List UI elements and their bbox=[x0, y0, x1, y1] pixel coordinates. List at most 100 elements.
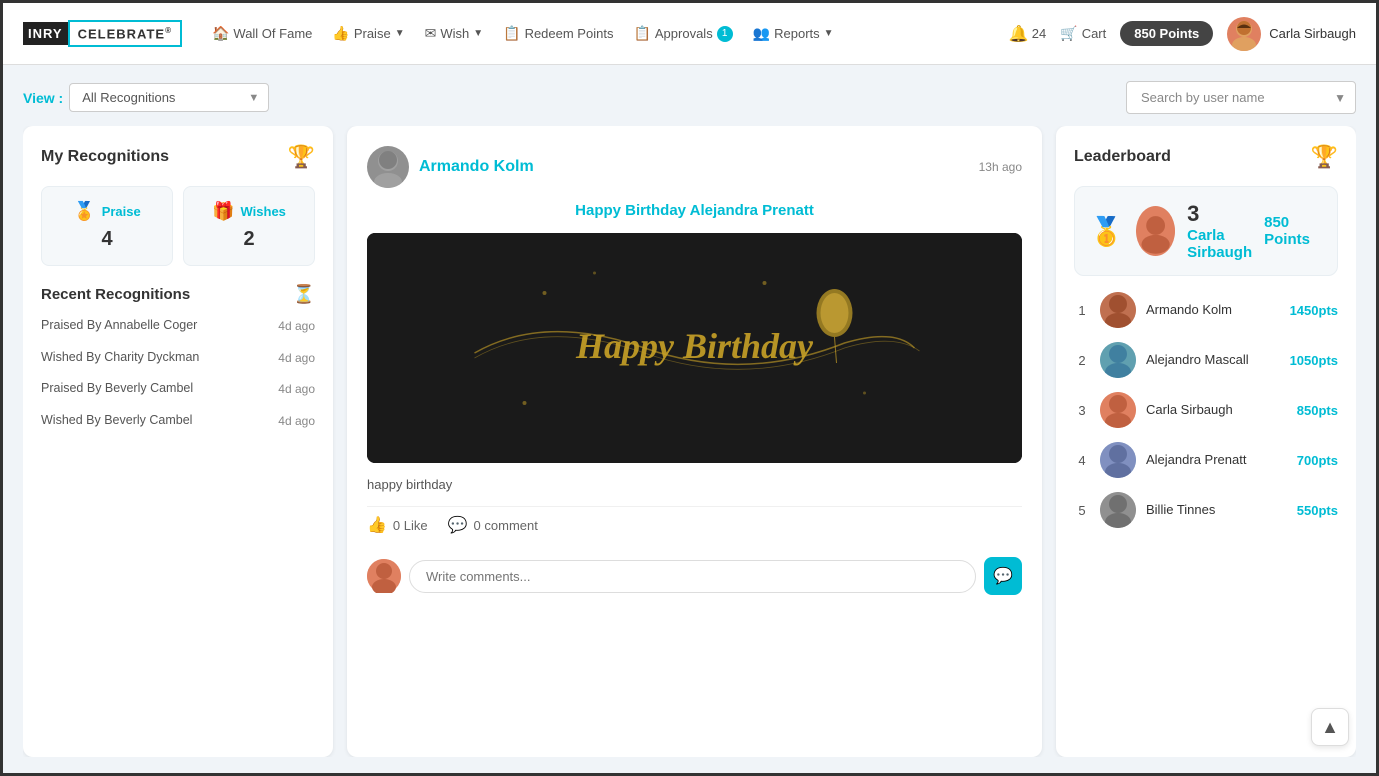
rec-item-time-2: 4d ago bbox=[278, 382, 315, 396]
comment-area: 💬 bbox=[367, 557, 1022, 595]
post-title: Happy Birthday Alejandra Prenatt bbox=[367, 202, 1022, 219]
view-dropdown[interactable]: All Recognitions bbox=[69, 83, 269, 112]
rec-item-text-1: Wished By Charity Dyckman bbox=[41, 349, 199, 367]
praise-card-icon: 🏅 bbox=[73, 201, 95, 222]
comment-input[interactable] bbox=[409, 560, 976, 593]
scroll-top-button[interactable]: ▲ bbox=[1311, 708, 1349, 746]
post-user: Armando Kolm bbox=[367, 146, 534, 188]
rec-item-time-0: 4d ago bbox=[278, 319, 315, 333]
lb-item-2: 3 Carla Sirbaugh 850pts bbox=[1074, 392, 1338, 428]
redeem-icon: 📋 bbox=[503, 25, 520, 42]
rec-item-2: Praised By Beverly Cambel 4d ago bbox=[41, 380, 315, 398]
lb-rank-0: 1 bbox=[1074, 303, 1090, 318]
recent-header: Recent Recognitions ⏳ bbox=[41, 284, 315, 305]
lb-header: Leaderboard 🏆 bbox=[1074, 144, 1338, 170]
hourglass-icon: ⏳ bbox=[293, 284, 315, 305]
send-icon: 💬 bbox=[993, 566, 1013, 586]
wish-icon: ✉ bbox=[425, 25, 437, 42]
post-caption: happy birthday bbox=[367, 477, 1022, 492]
lb-avatar-1 bbox=[1100, 342, 1136, 378]
lb-item-3: 4 Alejandra Prenatt 700pts bbox=[1074, 442, 1338, 478]
wishes-card[interactable]: 🎁 Wishes 2 bbox=[183, 186, 315, 266]
post-header: Armando Kolm 13h ago bbox=[367, 146, 1022, 188]
commenter-avatar bbox=[367, 559, 401, 593]
trophy-icon: 🏆 bbox=[288, 144, 315, 170]
panel-header: My Recognitions 🏆 bbox=[41, 144, 315, 170]
lb-featured: 🥇 3 Carla Sirbaugh 850 Points bbox=[1074, 186, 1338, 276]
main-content: View : All Recognitions ▼ Search by user… bbox=[3, 65, 1376, 773]
nav-reports[interactable]: 👥 Reports ▼ bbox=[753, 25, 834, 42]
rec-item-text-2: Praised By Beverly Cambel bbox=[41, 380, 193, 398]
nav-redeem-label: Redeem Points bbox=[525, 26, 614, 41]
lb-pts-0: 1450pts bbox=[1290, 303, 1338, 318]
rec-item-1: Wished By Charity Dyckman 4d ago bbox=[41, 349, 315, 367]
recognition-list: Praised By Annabelle Coger 4d ago Wished… bbox=[41, 317, 315, 429]
wishes-count: 2 bbox=[243, 228, 254, 251]
lb-pts-4: 550pts bbox=[1297, 503, 1338, 518]
columns: My Recognitions 🏆 🏅 Praise 4 🎁 bbox=[23, 126, 1356, 757]
praise-card-label: Praise bbox=[102, 204, 141, 219]
user-avatar-nav bbox=[1227, 17, 1261, 51]
lb-name-2: Carla Sirbaugh bbox=[1146, 402, 1287, 419]
lb-featured-name: Carla Sirbaugh bbox=[1187, 227, 1252, 261]
wishes-card-label: Wishes bbox=[241, 204, 286, 219]
lb-featured-avatar bbox=[1136, 206, 1175, 256]
lb-avatar-0 bbox=[1100, 292, 1136, 328]
comment-icon: 💬 bbox=[448, 515, 468, 535]
svg-text:Happy Birthday: Happy Birthday bbox=[575, 326, 814, 366]
nav-right: 🔔 24 🛒 Cart 850 Points Carla Sirbaugh bbox=[1009, 17, 1356, 51]
cart-icon: 🛒 bbox=[1060, 25, 1077, 42]
comment-button[interactable]: 💬 0 comment bbox=[448, 515, 538, 535]
praise-dropdown-arrow: ▼ bbox=[395, 28, 405, 39]
lb-pts-3: 700pts bbox=[1297, 453, 1338, 468]
lb-list: 1 Armando Kolm 1450pts 2 bbox=[1074, 292, 1338, 528]
nav-praise-label: Praise bbox=[354, 26, 391, 41]
view-label: View : bbox=[23, 90, 63, 106]
rec-item-0: Praised By Annabelle Coger 4d ago bbox=[41, 317, 315, 335]
like-label: 0 Like bbox=[393, 518, 428, 533]
user-name-nav: Carla Sirbaugh bbox=[1269, 26, 1356, 41]
bell-area[interactable]: 🔔 24 bbox=[1009, 24, 1046, 44]
wishes-card-icon: 🎁 bbox=[212, 201, 234, 222]
lb-item-0: 1 Armando Kolm 1450pts bbox=[1074, 292, 1338, 328]
reports-dropdown-arrow: ▼ bbox=[824, 28, 834, 39]
nav-approvals[interactable]: 📋 Approvals 1 bbox=[633, 25, 732, 42]
search-dropdown[interactable]: Search by user name bbox=[1126, 81, 1356, 114]
cart-area[interactable]: 🛒 Cart bbox=[1060, 25, 1106, 42]
birthday-card: Happy Birthday bbox=[367, 233, 1022, 463]
left-panel: My Recognitions 🏆 🏅 Praise 4 🎁 bbox=[23, 126, 333, 757]
bell-count: 24 bbox=[1032, 26, 1046, 41]
praise-count: 4 bbox=[101, 228, 112, 251]
rec-item-text-0: Praised By Annabelle Coger bbox=[41, 317, 197, 335]
navbar: INRY CELEBRATE® 🏠 Wall Of Fame 👍 Praise … bbox=[3, 3, 1376, 65]
lb-rank-4: 5 bbox=[1074, 503, 1090, 518]
recognition-cards: 🏅 Praise 4 🎁 Wishes 2 bbox=[41, 186, 315, 266]
points-button[interactable]: 850 Points bbox=[1120, 21, 1213, 46]
lb-name-0: Armando Kolm bbox=[1146, 302, 1280, 319]
comment-send-button[interactable]: 💬 bbox=[984, 557, 1022, 595]
lb-item-4: 5 Billie Tinnes 550pts bbox=[1074, 492, 1338, 528]
lb-name-1: Alejandro Mascall bbox=[1146, 352, 1280, 369]
lb-title: Leaderboard bbox=[1074, 148, 1171, 166]
nav-praise[interactable]: 👍 Praise ▼ bbox=[332, 25, 404, 42]
comment-label: 0 comment bbox=[474, 518, 538, 533]
like-button[interactable]: 👍 0 Like bbox=[367, 515, 428, 535]
nav-redeem-points[interactable]: 📋 Redeem Points bbox=[503, 25, 613, 42]
logo-celebrate: CELEBRATE® bbox=[68, 20, 182, 47]
nav-wish[interactable]: ✉ Wish ▼ bbox=[425, 25, 484, 42]
nav-wall-of-fame[interactable]: 🏠 Wall Of Fame bbox=[212, 25, 312, 42]
logo[interactable]: INRY CELEBRATE® bbox=[23, 20, 182, 47]
praise-card[interactable]: 🏅 Praise 4 bbox=[41, 186, 173, 266]
post-username: Armando Kolm bbox=[419, 158, 534, 176]
user-area[interactable]: Carla Sirbaugh bbox=[1227, 17, 1356, 51]
lb-pts-1: 1050pts bbox=[1290, 353, 1338, 368]
reports-icon: 👥 bbox=[753, 25, 770, 42]
nav-items: 🏠 Wall Of Fame 👍 Praise ▼ ✉ Wish ▼ 📋 Red… bbox=[212, 25, 1009, 42]
nav-approvals-label: Approvals bbox=[655, 26, 713, 41]
center-panel: Armando Kolm 13h ago Happy Birthday Alej… bbox=[347, 126, 1042, 757]
lb-icon: 🏆 bbox=[1311, 144, 1338, 170]
lb-rank-2: 3 bbox=[1074, 403, 1090, 418]
nav-reports-label: Reports bbox=[774, 26, 820, 41]
right-panel: Leaderboard 🏆 🥇 3 Carla Sirbaugh bbox=[1056, 126, 1356, 757]
praise-icon: 👍 bbox=[332, 25, 349, 42]
